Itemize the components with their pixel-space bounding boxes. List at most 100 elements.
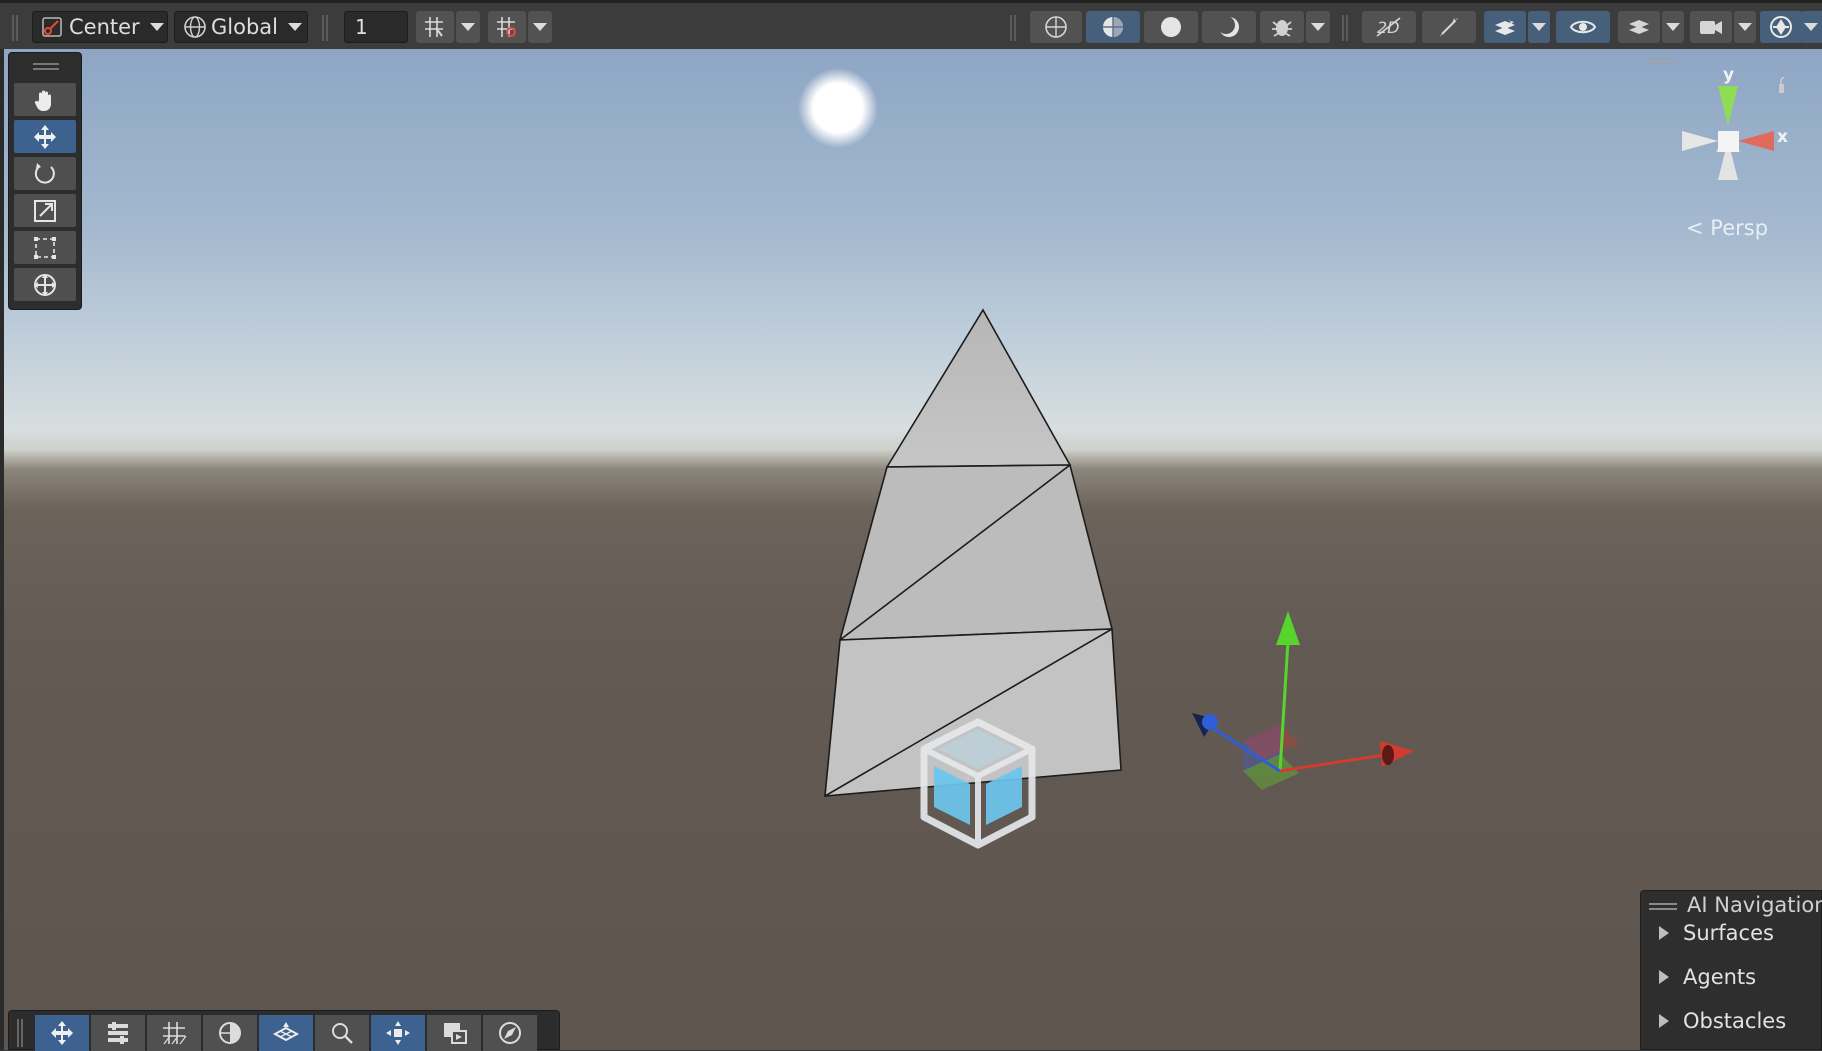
chevron-down-icon [533, 23, 547, 31]
compass-icon [499, 1022, 521, 1044]
layers-button[interactable] [1618, 11, 1660, 43]
chevron-down-icon [1666, 23, 1680, 31]
orientation-overlay-button[interactable] [203, 1015, 257, 1051]
scene-visibility-button[interactable] [1556, 11, 1610, 43]
x-axis-label: x [1777, 127, 1788, 147]
camera-preview-button[interactable] [427, 1015, 481, 1051]
gizmos-dropdown[interactable] [1800, 11, 1822, 43]
bug-icon [1272, 20, 1292, 37]
rect-tool-button[interactable] [14, 231, 76, 264]
tools-overlay [8, 52, 82, 310]
y-axis-arrowhead[interactable] [1276, 611, 1300, 645]
pivot-center-icon [42, 17, 62, 37]
gizmos-button[interactable] [1760, 11, 1802, 43]
ai-nav-item-agents[interactable]: Agents [1659, 965, 1756, 989]
layers-dropdown[interactable] [1662, 11, 1684, 43]
search-icon [332, 1023, 353, 1044]
component-tools-button[interactable] [371, 1015, 425, 1051]
overlay-drag-handle[interactable] [17, 1019, 23, 1047]
scene-effects-button[interactable] [1484, 11, 1526, 43]
projection-label: Persp [1710, 216, 1769, 240]
scene-render [798, 68, 1414, 849]
search-overlay-button[interactable] [315, 1015, 369, 1051]
toolbar-grip[interactable] [322, 15, 328, 41]
expand-arrow-icon[interactable] [1659, 926, 1669, 940]
scene-camera-dropdown[interactable] [1734, 11, 1756, 43]
navigation-compass-button[interactable] [483, 1015, 537, 1051]
ai-navigation-overlay: AI Navigation Surfaces Agents Obstacles [1640, 890, 1822, 1050]
move-tool-button[interactable] [14, 120, 76, 153]
scale-tool-button[interactable] [14, 194, 76, 227]
ai-nav-item-obstacles[interactable]: Obstacles [1659, 1009, 1786, 1033]
shaded-draw-mode-button[interactable] [1144, 11, 1198, 43]
pivot-mode-dropdown[interactable]: Center [32, 11, 168, 43]
rect-transform-icon [34, 236, 56, 259]
sun-disc [798, 68, 878, 148]
layers-icon [1629, 20, 1649, 34]
bottom-move-tool-button[interactable] [35, 1015, 89, 1051]
increment-snap-button[interactable] [488, 11, 526, 43]
sliders-icon [108, 1022, 128, 1044]
x-axis-handle[interactable] [1279, 753, 1385, 773]
expand-arrow-icon[interactable] [1659, 970, 1669, 984]
y-axis-cone[interactable] [1718, 86, 1738, 126]
hand-icon [34, 90, 51, 111]
rotate-icon [34, 162, 55, 184]
gizmo-center-cube[interactable] [1718, 131, 1739, 152]
toolbar-grip[interactable] [12, 15, 18, 41]
wireframe-draw-mode-button[interactable] [1030, 11, 1082, 43]
component-tools-icon [386, 1021, 410, 1045]
increment-snap-dropdown[interactable] [528, 11, 552, 43]
navmesh-icon [272, 1022, 300, 1042]
shaded-wireframe-sphere-icon [1103, 17, 1123, 37]
x-axis-cone[interactable] [1738, 131, 1774, 151]
draw-mode-dropdown[interactable] [1306, 11, 1330, 43]
2d-icon: 2D [1376, 17, 1401, 37]
toolbar-grip[interactable] [1010, 15, 1016, 41]
y-axis-handle[interactable] [1278, 640, 1290, 772]
move-transform-gizmo[interactable] [1192, 611, 1414, 790]
toggle-2d-button[interactable]: 2D [1362, 11, 1416, 43]
tool-settings-button[interactable] [91, 1015, 145, 1051]
pivot-rotation-dropdown[interactable]: Global [174, 11, 308, 43]
camera-icon [1700, 21, 1722, 34]
debug-draw-mode-button[interactable] [1260, 11, 1304, 43]
toolbar-grip[interactable] [1342, 15, 1348, 41]
half-sphere-icon [219, 1022, 241, 1044]
unlit-draw-mode-button[interactable] [1202, 11, 1256, 43]
grid-snap-overlay-button[interactable] [147, 1015, 201, 1051]
grid-snap-icon [425, 17, 443, 37]
grid-icon [163, 1022, 187, 1045]
grid-snapping-dropdown[interactable] [456, 11, 480, 43]
neg-x-axis-cone[interactable] [1682, 131, 1718, 151]
ai-nav-item-surfaces[interactable]: Surfaces [1659, 921, 1774, 945]
expand-arrow-icon[interactable] [1659, 1014, 1669, 1028]
scene-lighting-button[interactable] [1422, 11, 1476, 43]
overlay-drag-handle[interactable] [1649, 903, 1677, 910]
move-arrows-icon [51, 1021, 73, 1045]
overlay-drag-handle[interactable] [33, 63, 59, 70]
wireframe-sphere-icon [1045, 16, 1067, 38]
ai-nav-item-label: Surfaces [1683, 921, 1774, 945]
scene-effects-dropdown[interactable] [1528, 11, 1550, 43]
ai-nav-item-label: Agents [1683, 965, 1757, 989]
camera-preview-icon [444, 1023, 467, 1044]
grid-snapping-button[interactable] [416, 11, 454, 43]
scene-viewport[interactable]: y x [4, 49, 1822, 1050]
ai-navigation-overlay-button[interactable] [259, 1015, 313, 1051]
shaded-wireframe-draw-mode-button[interactable] [1086, 11, 1140, 43]
rotate-tool-button[interactable] [14, 157, 76, 190]
chevron-down-icon [1738, 23, 1752, 31]
move-arrows-icon [34, 124, 56, 149]
view-tool-button[interactable] [14, 83, 76, 116]
transform-tool-button[interactable] [14, 268, 76, 301]
light-icon [1439, 17, 1459, 37]
ai-navigation-title: AI Navigation [1687, 893, 1822, 917]
ai-nav-item-label: Obstacles [1683, 1009, 1787, 1033]
scene-camera-button[interactable] [1690, 11, 1732, 43]
globe-icon [184, 16, 206, 38]
grid-snap-value-field[interactable]: 1 [344, 11, 408, 43]
transform-all-icon [34, 273, 56, 296]
projection-toggle[interactable]: < Persp [1686, 216, 1768, 240]
scene-view-toolbar: Center Global 1 2D [0, 0, 1822, 49]
